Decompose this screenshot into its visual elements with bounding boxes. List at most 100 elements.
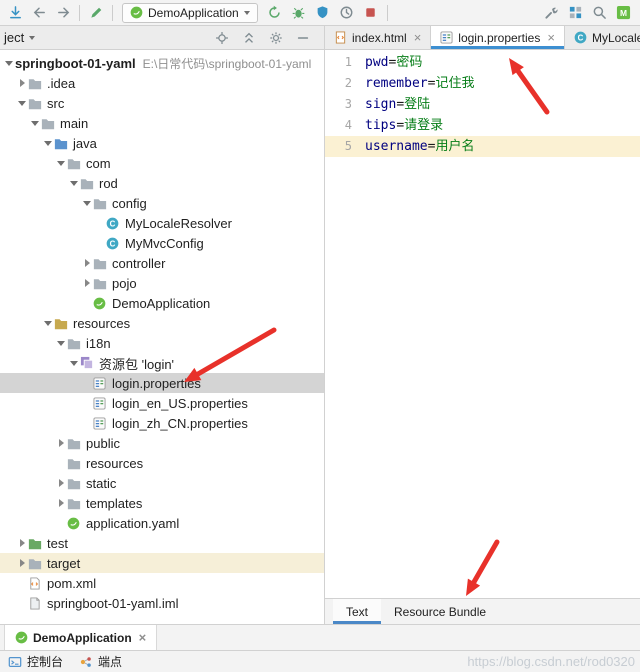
- tree-item-controller[interactable]: controller: [0, 253, 324, 273]
- chevron-right-icon[interactable]: [17, 538, 28, 549]
- chevron-right-icon[interactable]: [17, 558, 28, 569]
- tree-item-src[interactable]: src: [0, 93, 324, 113]
- tree-item-login-en-us-properties[interactable]: login_en_US.properties: [0, 393, 324, 413]
- tree-item-label: MyMvcConfig: [125, 235, 204, 251]
- settings-icon[interactable]: [540, 2, 562, 24]
- bottom-tab-resource-bundle[interactable]: Resource Bundle: [381, 599, 499, 624]
- tree-item-login[interactable]: 资源包 'login': [0, 353, 324, 373]
- line-number: 2: [344, 76, 352, 90]
- debug-icon[interactable]: [288, 2, 310, 24]
- tree-item-resources[interactable]: resources: [0, 313, 324, 333]
- chevron-right-icon[interactable]: [56, 498, 67, 509]
- folder-icon: [93, 196, 109, 210]
- tree-item-com[interactable]: com: [0, 153, 324, 173]
- chevron-down-icon[interactable]: [56, 158, 67, 169]
- folder-icon: [67, 476, 83, 490]
- project-tree: springboot-01-yaml E:\日常代码\springboot-01-…: [0, 50, 325, 624]
- tree-item-static[interactable]: static: [0, 473, 324, 493]
- gear-icon[interactable]: [267, 29, 285, 47]
- project-tool-window-header[interactable]: ject: [0, 26, 325, 49]
- properties-icon: [93, 396, 109, 410]
- code-line-5[interactable]: 5 username=用户名: [325, 136, 640, 157]
- status-item-item[interactable]: 端点: [79, 653, 122, 670]
- chevron-down-icon[interactable]: [82, 198, 93, 209]
- tree-item-idea[interactable]: .idea: [0, 73, 324, 93]
- hide-icon[interactable]: [294, 29, 312, 47]
- collapse-all-icon[interactable]: [240, 29, 258, 47]
- search-icon[interactable]: [588, 2, 610, 24]
- editor-tab-mylocale[interactable]: C MyLocale: [565, 26, 640, 49]
- chevron-down-icon[interactable]: [30, 118, 41, 129]
- tree-item-springboot-01-yaml[interactable]: springboot-01-yaml E:\日常代码\springboot-01-…: [0, 53, 324, 73]
- chevron-down-icon[interactable]: [69, 358, 80, 369]
- code-line-4[interactable]: 4 tips=请登录: [325, 115, 640, 136]
- chevron-down-icon[interactable]: [17, 98, 28, 109]
- tree-item-label: target: [47, 555, 81, 571]
- tree-item-public[interactable]: public: [0, 433, 324, 453]
- chevron-down-icon[interactable]: [56, 338, 67, 349]
- svg-text:C: C: [110, 239, 116, 248]
- profiler-icon[interactable]: [336, 2, 358, 24]
- folder-icon: [67, 496, 83, 510]
- tree-item-rod[interactable]: rod: [0, 173, 324, 193]
- tree-item-login-zh-cn-properties[interactable]: login_zh_CN.properties: [0, 413, 324, 433]
- chevron-right-icon[interactable]: [56, 438, 67, 449]
- run-tab[interactable]: DemoApplication ×: [4, 625, 158, 650]
- pom-icon: [28, 576, 44, 590]
- tree-item-templates[interactable]: templates: [0, 493, 324, 513]
- close-icon[interactable]: ×: [414, 30, 422, 45]
- run-config-selector[interactable]: DemoApplication: [122, 2, 258, 23]
- line-number: 4: [344, 118, 352, 132]
- tree-item-resources[interactable]: resources: [0, 453, 324, 473]
- code-line-3[interactable]: 3 sign=登陆: [325, 94, 640, 115]
- chevron-down-icon[interactable]: [4, 58, 15, 69]
- svg-text:C: C: [110, 219, 116, 228]
- editor-tab-login-properties[interactable]: login.properties ×: [431, 26, 565, 49]
- tree-item-login-properties[interactable]: login.properties: [0, 373, 324, 393]
- editor-tab-index-html[interactable]: index.html ×: [325, 26, 432, 49]
- maven-icon[interactable]: M: [612, 2, 634, 24]
- status-item-item[interactable]: 控制台: [8, 653, 63, 670]
- locate-icon[interactable]: [213, 29, 231, 47]
- project-structure-icon[interactable]: [564, 2, 586, 24]
- tree-item-pojo[interactable]: pojo: [0, 273, 324, 293]
- back-icon[interactable]: [28, 2, 50, 24]
- edit-icon[interactable]: [85, 2, 107, 24]
- stop-icon[interactable]: [360, 2, 382, 24]
- chevron-right-icon[interactable]: [56, 478, 67, 489]
- tree-item-main[interactable]: main: [0, 113, 324, 133]
- tree-item-config[interactable]: config: [0, 193, 324, 213]
- tree-item-java[interactable]: java: [0, 133, 324, 153]
- chevron-down-icon[interactable]: [43, 138, 54, 149]
- chevron-right-icon[interactable]: [82, 258, 93, 269]
- run-tool-window-bar: DemoApplication ×: [0, 624, 640, 650]
- tree-item-test[interactable]: test: [0, 533, 324, 553]
- vcs-update-icon[interactable]: [4, 2, 26, 24]
- tree-item-target[interactable]: target: [0, 553, 324, 573]
- code-line-2[interactable]: 2 remember=记住我: [325, 73, 640, 94]
- project-header-toolbar: [213, 29, 320, 47]
- tree-item-mylocaleresolver[interactable]: C MyLocaleResolver: [0, 213, 324, 233]
- coverage-icon[interactable]: [312, 2, 334, 24]
- chevron-down-icon[interactable]: [43, 318, 54, 329]
- code-line-1[interactable]: 1 pwd=密码: [325, 52, 640, 73]
- chevron-down-icon[interactable]: [69, 178, 80, 189]
- forward-icon[interactable]: [52, 2, 74, 24]
- chevron-right-icon[interactable]: [17, 78, 28, 89]
- tree-item-label: src: [47, 95, 65, 111]
- chevron-right-icon[interactable]: [82, 278, 93, 289]
- rerun-icon[interactable]: [264, 2, 286, 24]
- tree-item-springboot-01-yaml-iml[interactable]: springboot-01-yaml.iml: [0, 593, 324, 613]
- tree-item-pom-xml[interactable]: pom.xml: [0, 573, 324, 593]
- tree-item-i18n[interactable]: i18n: [0, 333, 324, 353]
- close-icon[interactable]: ×: [547, 30, 555, 45]
- close-icon[interactable]: ×: [139, 630, 147, 645]
- bottom-tab-text[interactable]: Text: [333, 599, 382, 624]
- tree-item-mymvcconfig[interactable]: C MyMvcConfig: [0, 233, 324, 253]
- code-area[interactable]: 1 pwd=密码 2 remember=记住我 3 sign=登陆 4 tips=请登录 5 us…: [325, 50, 640, 598]
- tree-item-application-yaml[interactable]: application.yaml: [0, 513, 324, 533]
- line-number: 5: [344, 139, 352, 153]
- tree-item-demoapplication[interactable]: DemoApplication: [0, 293, 324, 313]
